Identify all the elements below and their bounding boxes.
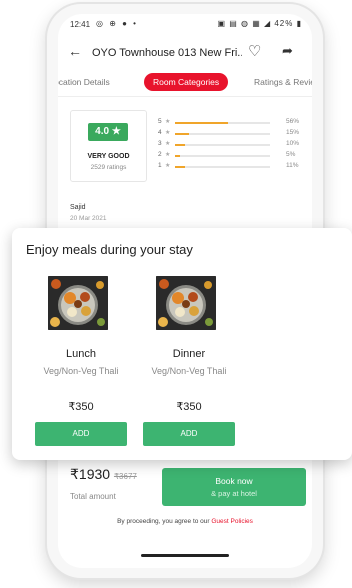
rating-bar-star-number: 3 xyxy=(158,140,162,147)
meals-popup-card: Enjoy meals during your stay Lunch Veg/N… xyxy=(12,228,352,460)
rating-bar-fill xyxy=(175,133,190,135)
meal-description: Veg/Non-Veg Thali xyxy=(151,366,227,376)
meal-name: Dinner xyxy=(172,348,206,360)
tab-room-categories[interactable]: Room Categories xyxy=(144,73,229,91)
policy-note: By proceeding, you agree to our Guest Po… xyxy=(58,518,312,525)
home-indicator[interactable] xyxy=(141,554,229,557)
back-arrow-icon[interactable]: ← xyxy=(68,43,82,59)
star-icon: ★ xyxy=(165,141,171,147)
meal-price: ₹350 xyxy=(68,401,94,413)
app-header: ← OYO Townhouse 013 New Fri... ♡ ➦ xyxy=(58,40,312,66)
tab-divider xyxy=(58,96,312,97)
rating-bar-track xyxy=(175,155,270,157)
rating-bar-track xyxy=(175,166,270,168)
rating-bar-star-number: 2 xyxy=(158,151,162,158)
star-icon: ★ xyxy=(165,163,171,169)
rating-bar-star-number: 1 xyxy=(158,162,162,169)
share-icon[interactable]: ➦ xyxy=(282,43,293,59)
rating-bar-percent: 56% xyxy=(286,118,300,125)
total-price: ₹1930 ₹3677 xyxy=(70,466,137,483)
rating-bar-row: 3 ★ 10% xyxy=(158,140,308,151)
rating-label: VERY GOOD xyxy=(87,153,130,160)
rating-bar-fill xyxy=(175,166,186,168)
rating-bar-row: 4 ★ 15% xyxy=(158,129,308,140)
rating-bar-track xyxy=(175,122,270,124)
meal-description: Veg/Non-Veg Thali xyxy=(43,366,119,376)
total-amount-label: Total amount xyxy=(70,492,116,501)
status-time: 12:41 xyxy=(70,20,91,29)
rating-bar-percent: 5% xyxy=(286,151,296,158)
add-lunch-button[interactable]: ADD xyxy=(35,422,127,446)
tab-bar: ocation Details Room Categories Ratings … xyxy=(58,72,312,94)
system-icons: ▣ ▤ ◍ ▦ ◢ 42% ▮ xyxy=(217,19,302,28)
notification-icons: ◎ ⊕ ● • xyxy=(96,19,138,28)
thali-image xyxy=(156,276,216,330)
tab-ratings-reviews[interactable]: Ratings & Revie xyxy=(254,77,312,87)
pay-at-hotel-label: & pay at hotel xyxy=(211,489,257,498)
rating-bar-track xyxy=(175,144,270,146)
rating-bar-row: 2 ★ 5% xyxy=(158,151,308,162)
star-icon: ★ xyxy=(165,119,171,125)
review-date: 20 Mar 2021 xyxy=(70,215,107,222)
rating-bar-fill xyxy=(175,155,180,157)
rating-bar-star-number: 4 xyxy=(158,129,162,136)
rating-bar-percent: 15% xyxy=(286,129,300,136)
review-author: Sajid xyxy=(70,204,86,211)
favorite-heart-icon[interactable]: ♡ xyxy=(248,42,261,60)
status-bar: 12:41 ◎ ⊕ ● • ▣ ▤ ◍ ▦ ◢ 42% ▮ xyxy=(58,14,312,32)
rating-bar-star-number: 5 xyxy=(158,118,162,125)
rating-bar-track xyxy=(175,133,270,135)
star-icon: ★ xyxy=(165,130,171,136)
meal-name: Lunch xyxy=(66,348,96,360)
rating-distribution: 5 ★ 56% 4 ★ 15% 3 ★ 10% 2 ★ 5% 1 ★ 11% xyxy=(158,118,308,173)
rating-bar-fill xyxy=(175,122,229,124)
policy-text: By proceeding, you agree to our xyxy=(117,518,212,525)
hotel-title: OYO Townhouse 013 New Fri... xyxy=(92,47,242,59)
original-price: ₹3677 xyxy=(113,472,137,481)
rating-summary: 4.0 ★ VERY GOOD 2529 ratings xyxy=(70,110,147,182)
rating-bar-row: 5 ★ 56% xyxy=(158,118,308,129)
battery-level: 42% xyxy=(274,19,294,28)
rating-score-badge: 4.0 ★ xyxy=(88,123,128,141)
rating-bar-percent: 10% xyxy=(286,140,300,147)
book-now-button[interactable]: Book now & pay at hotel xyxy=(162,468,306,506)
meal-price: ₹350 xyxy=(176,401,202,413)
thali-image xyxy=(48,276,108,330)
meals-heading: Enjoy meals during your stay xyxy=(26,242,193,257)
tab-location-details[interactable]: ocation Details xyxy=(58,77,110,87)
rating-count: 2529 ratings xyxy=(90,164,127,171)
rating-bar-percent: 11% xyxy=(286,162,299,169)
discounted-price: ₹1930 xyxy=(70,466,111,482)
rating-bar-row: 1 ★ 11% xyxy=(158,162,308,173)
book-now-label: Book now xyxy=(215,476,253,486)
guest-policies-link[interactable]: Guest Policies xyxy=(211,518,253,525)
add-dinner-button[interactable]: ADD xyxy=(143,422,235,446)
star-icon: ★ xyxy=(165,152,171,158)
rating-bar-fill xyxy=(175,144,185,146)
